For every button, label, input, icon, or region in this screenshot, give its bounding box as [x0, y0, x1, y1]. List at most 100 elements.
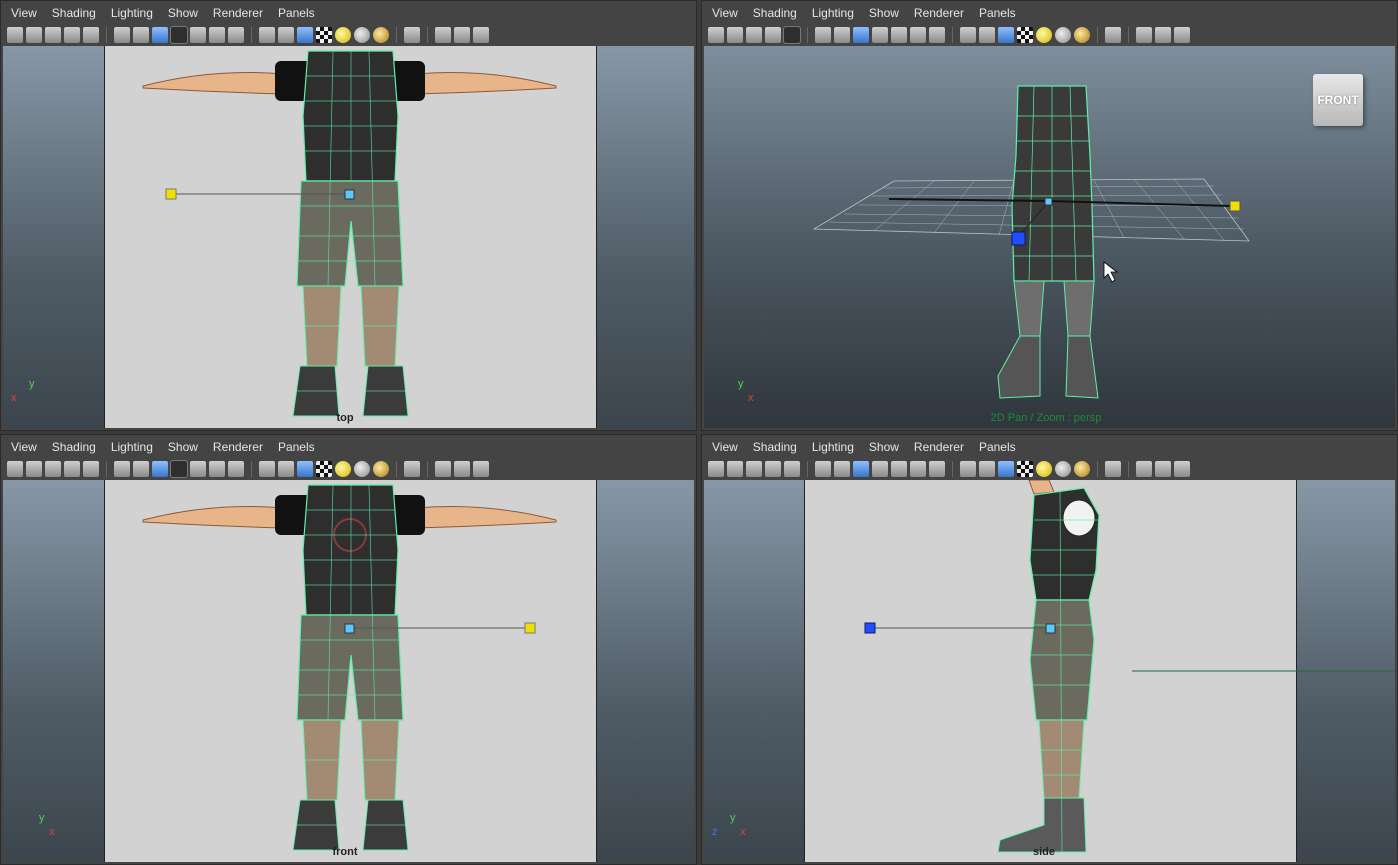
manipulator-pivot[interactable]	[344, 623, 355, 634]
xray-components-icon[interactable]	[473, 27, 489, 43]
shadow-icon[interactable]	[354, 27, 370, 43]
safe-action-icon[interactable]	[910, 27, 926, 43]
menu-shading[interactable]: Shading	[753, 6, 797, 20]
textured-icon[interactable]	[297, 461, 313, 477]
isolate-select-icon[interactable]	[1105, 27, 1121, 43]
manipulator-pivot[interactable]	[1044, 197, 1053, 206]
image-plane-icon[interactable]	[64, 461, 80, 477]
camera-attr-icon[interactable]	[26, 461, 42, 477]
checker-icon[interactable]	[316, 461, 332, 477]
menu-lighting[interactable]: Lighting	[111, 6, 153, 20]
field-chart-icon[interactable]	[190, 27, 206, 43]
resolution-gate-icon[interactable]	[152, 27, 168, 43]
shadow-icon[interactable]	[1055, 27, 1071, 43]
menu-show[interactable]: Show	[869, 6, 899, 20]
smooth-shade-icon[interactable]	[278, 461, 294, 477]
viewport-top[interactable]: top y x	[3, 46, 694, 428]
default-light-icon[interactable]	[1036, 461, 1052, 477]
persp-scene[interactable]	[704, 46, 1395, 428]
safe-action-icon[interactable]	[209, 461, 225, 477]
menu-panels[interactable]: Panels	[979, 6, 1016, 20]
image-plane-icon[interactable]	[765, 461, 781, 477]
menu-panels[interactable]: Panels	[979, 440, 1016, 454]
xray-joints-icon[interactable]	[454, 461, 470, 477]
menu-shading[interactable]: Shading	[52, 6, 96, 20]
ambient-occlusion-icon[interactable]	[1074, 27, 1090, 43]
safe-title-icon[interactable]	[228, 27, 244, 43]
viewcube[interactable]: FRONT	[1313, 74, 1363, 126]
character-wireframe-front[interactable]	[3, 480, 694, 862]
grid-icon[interactable]	[815, 27, 831, 43]
gate-mask-icon[interactable]	[170, 26, 188, 44]
xray-joints-icon[interactable]	[1155, 27, 1171, 43]
xray-icon[interactable]	[1136, 27, 1152, 43]
checker-icon[interactable]	[316, 27, 332, 43]
menu-lighting[interactable]: Lighting	[111, 440, 153, 454]
gate-mask-icon[interactable]	[170, 460, 188, 478]
xray-components-icon[interactable]	[1174, 27, 1190, 43]
safe-action-icon[interactable]	[209, 27, 225, 43]
xray-components-icon[interactable]	[473, 461, 489, 477]
viewport-front[interactable]: front y x	[3, 480, 694, 862]
2d-pan-icon[interactable]	[783, 26, 801, 44]
checker-icon[interactable]	[1017, 461, 1033, 477]
gate-mask-icon[interactable]	[872, 461, 888, 477]
field-chart-icon[interactable]	[891, 27, 907, 43]
shadow-icon[interactable]	[354, 461, 370, 477]
default-light-icon[interactable]	[335, 27, 351, 43]
xray-icon[interactable]	[435, 27, 451, 43]
2d-pan-icon[interactable]	[83, 27, 99, 43]
grid-icon[interactable]	[114, 461, 130, 477]
ambient-occlusion-icon[interactable]	[1074, 461, 1090, 477]
xray-joints-icon[interactable]	[454, 27, 470, 43]
ambient-occlusion-icon[interactable]	[373, 27, 389, 43]
wireframe-icon[interactable]	[259, 27, 275, 43]
safe-action-icon[interactable]	[910, 461, 926, 477]
menu-panels[interactable]: Panels	[278, 440, 315, 454]
safe-title-icon[interactable]	[929, 27, 945, 43]
grid-icon[interactable]	[815, 461, 831, 477]
camera-icon[interactable]	[7, 461, 23, 477]
bookmark-icon[interactable]	[45, 27, 61, 43]
wireframe-icon[interactable]	[259, 461, 275, 477]
menu-panels[interactable]: Panels	[278, 6, 315, 20]
xray-joints-icon[interactable]	[1155, 461, 1171, 477]
menu-show[interactable]: Show	[168, 6, 198, 20]
field-chart-icon[interactable]	[190, 461, 206, 477]
wireframe-icon[interactable]	[960, 461, 976, 477]
manipulator-handle-blue[interactable]	[864, 622, 876, 634]
character-wireframe-top[interactable]	[3, 46, 694, 428]
smooth-shade-icon[interactable]	[979, 27, 995, 43]
menu-renderer[interactable]: Renderer	[914, 440, 964, 454]
menu-show[interactable]: Show	[869, 440, 899, 454]
smooth-shade-icon[interactable]	[979, 461, 995, 477]
bookmark-icon[interactable]	[746, 27, 762, 43]
textured-icon[interactable]	[998, 461, 1014, 477]
safe-title-icon[interactable]	[929, 461, 945, 477]
menu-view[interactable]: View	[712, 6, 738, 20]
2d-pan-icon[interactable]	[83, 461, 99, 477]
film-gate-icon[interactable]	[834, 461, 850, 477]
menu-shading[interactable]: Shading	[753, 440, 797, 454]
grid-icon[interactable]	[114, 27, 130, 43]
viewport-persp[interactable]: FRONT 2D Pan / Zoom : persp y x	[704, 46, 1395, 428]
manipulator-handle[interactable]	[524, 622, 536, 634]
checker-icon[interactable]	[1017, 27, 1033, 43]
camera-icon[interactable]	[708, 27, 724, 43]
isolate-select-icon[interactable]	[404, 27, 420, 43]
isolate-select-icon[interactable]	[1105, 461, 1121, 477]
2d-pan-icon[interactable]	[784, 461, 800, 477]
shadow-icon[interactable]	[1055, 461, 1071, 477]
bookmark-icon[interactable]	[45, 461, 61, 477]
menu-view[interactable]: View	[11, 6, 37, 20]
wireframe-icon[interactable]	[960, 27, 976, 43]
safe-title-icon[interactable]	[228, 461, 244, 477]
resolution-gate-icon[interactable]	[152, 461, 168, 477]
manipulator-handle[interactable]	[1229, 200, 1241, 212]
ambient-occlusion-icon[interactable]	[373, 461, 389, 477]
isolate-select-icon[interactable]	[404, 461, 420, 477]
default-light-icon[interactable]	[1036, 27, 1052, 43]
image-plane-icon[interactable]	[64, 27, 80, 43]
menu-renderer[interactable]: Renderer	[213, 440, 263, 454]
manipulator-handle[interactable]	[165, 188, 177, 200]
